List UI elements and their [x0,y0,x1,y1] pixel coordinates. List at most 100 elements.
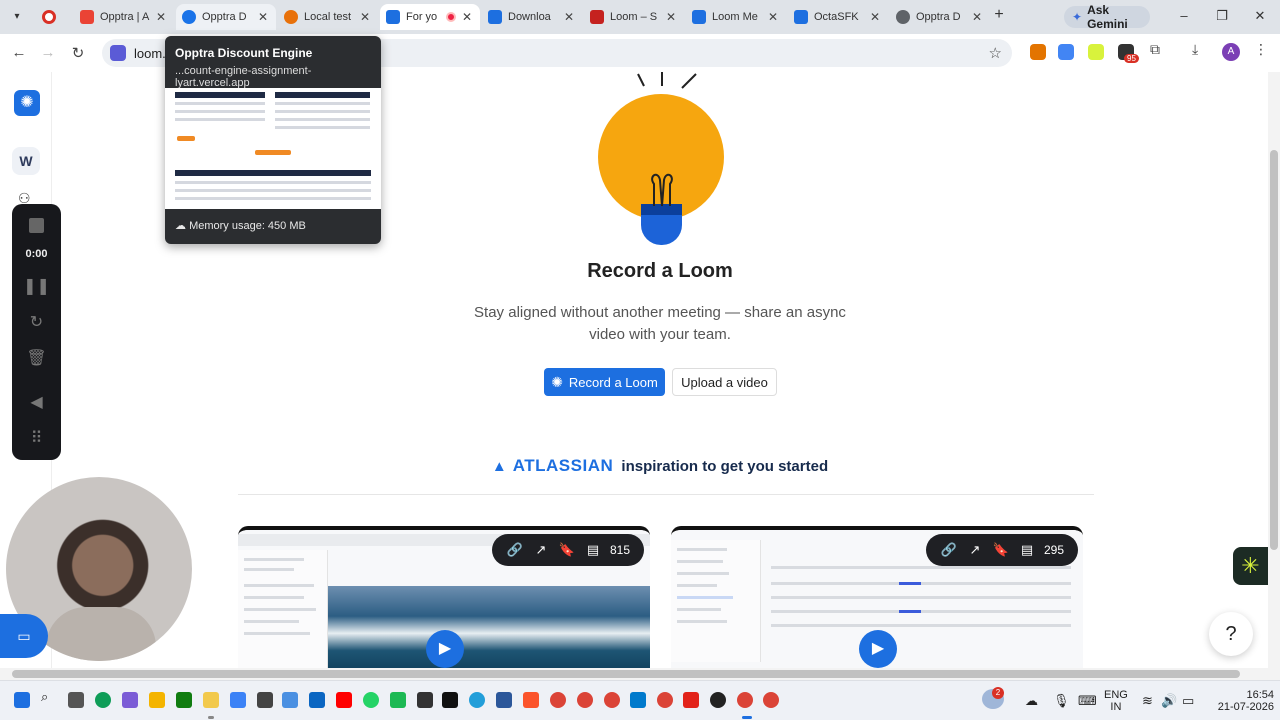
puzzle-icon[interactable]: ⧉ [1150,41,1166,57]
close-icon[interactable]: ✕ [358,10,372,24]
xbox-icon[interactable] [176,692,192,708]
whatsapp-icon[interactable] [363,692,379,708]
wifi-icon[interactable]: ≋ [1142,693,1153,709]
recording-controls: 0:00 ❚❚ ↻ 🗑 ◀ ⠿ [12,204,61,460]
app-icon[interactable] [149,692,165,708]
volume-icon[interactable]: 🔊 [1161,693,1177,709]
tab-recording[interactable] [36,4,74,30]
reload-icon[interactable]: ↻ [68,44,88,62]
camera-icon[interactable]: ▭ [0,614,48,658]
open-external-icon[interactable]: ↗ [528,542,554,558]
chrome-icon[interactable] [577,692,593,708]
collapse-icon[interactable]: ◀ [12,392,61,412]
tab-octasfk[interactable]: OctaSFK ✕ [788,4,888,30]
acrobat-icon[interactable] [683,692,699,708]
back-icon[interactable]: ← [9,44,29,61]
task-view-icon[interactable] [68,692,84,708]
link-icon[interactable]: 🔗 [502,542,528,558]
minimize-icon[interactable]: – [1174,8,1194,23]
terminal-icon[interactable] [417,692,433,708]
extension-icon[interactable] [1058,44,1074,60]
new-tab-button[interactable]: + [990,6,1008,24]
folder-icon[interactable] [203,692,219,708]
word-icon[interactable] [496,692,512,708]
chrome-icon[interactable] [550,692,566,708]
upload-video-button[interactable]: Upload a video [672,368,777,396]
close-icon[interactable]: ✕ [460,10,474,24]
clock[interactable]: 16:54 21-07-2026 [1210,689,1274,713]
app-icon[interactable] [710,692,726,708]
drag-handle-icon[interactable]: ⠿ [12,428,61,448]
app-icon[interactable] [230,692,246,708]
link-icon[interactable]: 🔗 [936,542,962,558]
avatar[interactable]: A [1222,43,1240,61]
close-icon[interactable]: ✕ [868,10,882,24]
edge-icon[interactable] [95,692,111,708]
trash-icon[interactable]: 🗑 [12,348,61,368]
open-external-icon[interactable]: ↗ [962,542,988,558]
horizontal-scrollbar-thumb[interactable] [12,670,1240,678]
close-icon[interactable]: ✕ [970,10,984,24]
tab-loom-s[interactable]: Loom – S ✕ [584,4,684,30]
play-icon[interactable]: ▶ [859,630,897,668]
search-icon[interactable]: ⌕ [41,689,57,705]
extension-icon[interactable] [1088,44,1104,60]
tab-loom-for-you[interactable]: For yo ✕ [380,4,480,30]
site-info-icon[interactable] [110,45,126,61]
bookmark-icon[interactable]: 🔖 [988,542,1014,558]
bookmark-icon[interactable]: 🔖 [554,542,580,558]
help-button[interactable]: ? [1209,612,1253,656]
menu-kebab-icon[interactable]: ⋮ [1254,41,1270,57]
record-loom-button[interactable]: ✺ Record a Loom [544,368,665,396]
close-icon[interactable]: ✕ [766,10,780,24]
telegram-icon[interactable] [469,692,485,708]
extension-side-badge-icon[interactable]: ✳ [1233,547,1268,585]
chrome-icon[interactable] [737,692,753,708]
window-close-icon[interactable]: ✕ [1250,8,1270,24]
ask-gemini-button[interactable]: ✦ Ask Gemini [1064,3,1150,31]
close-icon[interactable]: ✕ [562,10,576,24]
close-icon[interactable]: ✕ [664,10,678,24]
bookmark-star-icon[interactable]: ☆ [989,44,1002,62]
loom-logo-icon[interactable]: ✺ [14,90,40,116]
tab-opptra-d-2[interactable]: Opptra D ✕ [890,4,990,30]
microphone-icon[interactable]: 🎙 [1053,693,1070,709]
start-icon[interactable] [14,692,30,708]
forward-icon[interactable]: → [38,44,58,61]
brave-icon[interactable] [523,692,539,708]
chrome-icon[interactable] [763,692,779,708]
restore-icon[interactable]: ❐ [1212,8,1232,24]
close-icon[interactable]: ✕ [256,10,270,24]
workspace-avatar[interactable]: W [12,147,40,175]
chrome-icon[interactable] [604,692,620,708]
extension-icon[interactable] [1030,44,1046,60]
app-icon[interactable] [257,692,273,708]
battery-icon[interactable]: ▭ [1182,693,1194,709]
store-icon[interactable] [122,692,138,708]
onedrive-icon[interactable]: ☁ [1025,693,1038,709]
close-icon[interactable]: ✕ [154,10,168,24]
tab-search-icon[interactable]: ▾ [6,7,28,27]
vscode-icon[interactable] [630,692,646,708]
tab-gmail[interactable]: Opptra | A ✕ [74,4,174,30]
app-icon[interactable] [442,692,458,708]
youtube-icon[interactable] [336,692,352,708]
tab-opptra-discount[interactable]: Opptra D ✕ [176,4,276,30]
comment-icon[interactable]: ▤ [1014,542,1040,558]
tab-download[interactable]: Downloa ✕ [482,4,582,30]
vertical-scrollbar-thumb[interactable] [1270,150,1278,550]
language-indicator[interactable]: ENG IN [1104,689,1128,713]
pause-icon[interactable]: ❚❚ [12,276,61,296]
download-icon[interactable]: ⤓ [1192,41,1208,57]
comment-icon[interactable]: ▤ [580,542,606,558]
chrome-icon[interactable] [657,692,673,708]
stop-recording-icon[interactable] [29,218,44,233]
tab-local-test[interactable]: Local test ✕ [278,4,378,30]
keyboard-icon[interactable]: ⌨ [1078,693,1097,709]
restart-icon[interactable]: ↻ [12,312,61,332]
app-icon[interactable] [390,692,406,708]
tab-loom-me[interactable]: Loom Me ✕ [686,4,786,30]
play-icon[interactable]: ▶ [426,630,464,668]
app-icon[interactable] [282,692,298,708]
linkedin-icon[interactable] [309,692,325,708]
